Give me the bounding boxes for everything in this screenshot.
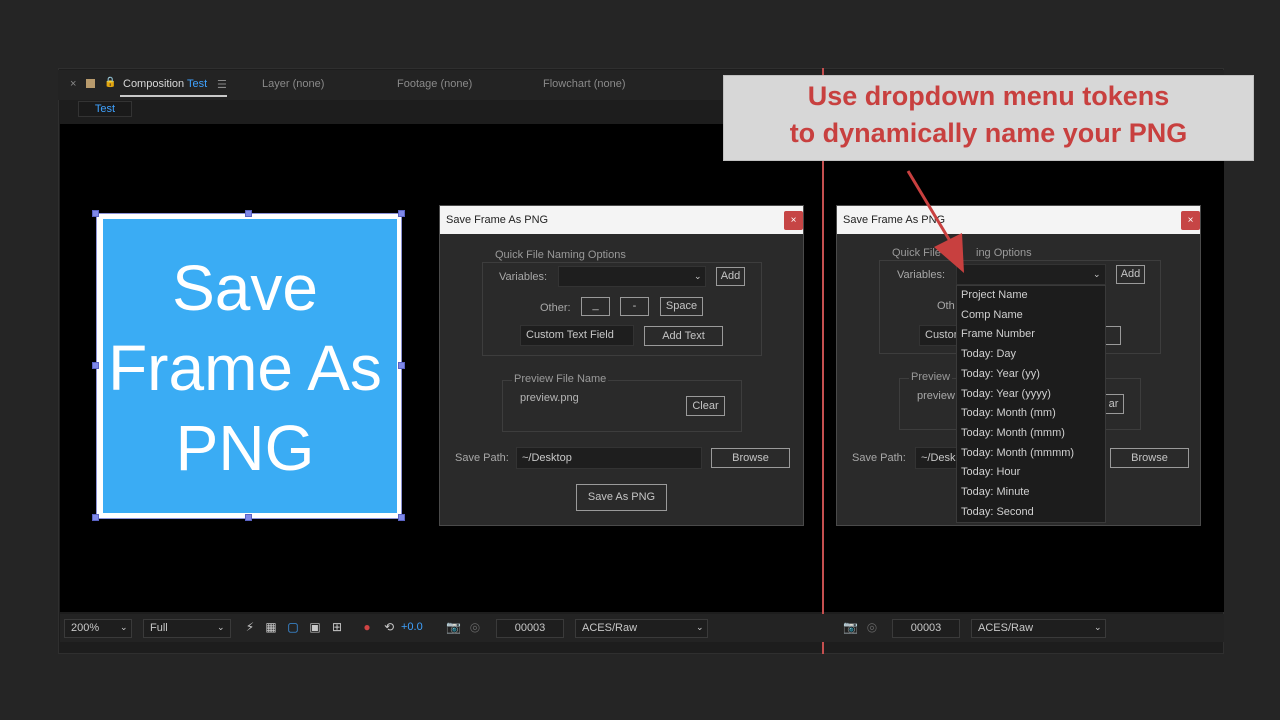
chevron-down-icon: ⌄	[694, 271, 702, 281]
panel-menu-icon[interactable]: ☰	[217, 78, 227, 91]
snapshot-camera-icon[interactable]: 📷	[446, 620, 461, 634]
save-path-label-right: Save Path:	[852, 452, 906, 464]
space-button[interactable]: Space	[660, 297, 703, 316]
save-path-field-right[interactable]: ~/Desk	[915, 447, 957, 469]
dropdown-option[interactable]: Today: Year (yyyy)	[961, 388, 1051, 400]
underscore-button[interactable]: _	[581, 297, 610, 316]
lock-icon[interactable]: 🔒	[104, 77, 116, 88]
save-frame-dialog: Save Frame As PNG × Quick File Naming Op…	[439, 205, 804, 526]
quick-naming-label-right: ing Options	[974, 247, 1034, 259]
dropdown-option[interactable]: Today: Month (mm)	[961, 407, 1056, 419]
dropdown-option[interactable]: Today: Month (mmm)	[961, 427, 1065, 439]
comp-color-swatch-icon	[86, 79, 95, 88]
tab-flowchart[interactable]: Flowchart (none)	[543, 78, 626, 90]
add-variable-button[interactable]: Add	[716, 267, 745, 286]
transform-handle[interactable]	[92, 362, 99, 369]
dropdown-option[interactable]: Comp Name	[961, 309, 1023, 321]
region-of-interest-icon[interactable]: ▣	[308, 620, 322, 634]
clear-button-right[interactable]: ar	[1103, 394, 1124, 414]
callout-arrow-icon	[906, 170, 964, 273]
save-path-label: Save Path:	[455, 452, 509, 464]
exposure-reset-icon[interactable]: ⟲	[382, 620, 396, 634]
clear-button[interactable]: Clear	[686, 396, 725, 416]
preview-label-right: Preview	[909, 371, 953, 383]
preview-value: preview.png	[520, 392, 579, 404]
callout-line2: to dynamically name your PNG	[789, 118, 1188, 148]
transform-handle[interactable]	[398, 514, 405, 521]
preview-options-icon[interactable]: ⚡	[243, 620, 257, 634]
add-text-button[interactable]: Add Text	[644, 326, 723, 346]
close-icon-right[interactable]: ×	[1181, 211, 1200, 230]
current-frame-field[interactable]: 00003	[496, 619, 564, 638]
save-as-png-button[interactable]: Save As PNG	[576, 484, 667, 511]
colorspace-select-right[interactable]: ACES/Raw	[971, 619, 1106, 638]
canvas-text: Save Frame As PNG	[103, 248, 387, 488]
callout-text: Use dropdown menu tokens to dynamically …	[723, 78, 1254, 152]
comp-subtab[interactable]: Test	[78, 101, 132, 117]
dropdown-option[interactable]: Today: Month (mmmm)	[961, 447, 1074, 459]
tab-layer[interactable]: Layer (none)	[262, 78, 324, 90]
chevron-down-icon: ⌄	[217, 622, 225, 632]
custom-text-field[interactable]: Custom Text Field	[520, 325, 634, 346]
transform-handle[interactable]	[92, 210, 99, 217]
snapshot-camera-icon-right[interactable]: 📷	[843, 620, 858, 634]
chevron-down-icon: ⌄	[696, 622, 704, 632]
exposure-value[interactable]: +0.0	[401, 621, 423, 633]
chevron-down-icon: ⌄	[120, 622, 128, 632]
transparency-grid-icon[interactable]: ▦	[264, 620, 278, 634]
transform-handle[interactable]	[398, 210, 405, 217]
close-icon[interactable]: ×	[784, 211, 803, 230]
grid-guides-icon[interactable]: ⊞	[330, 620, 344, 634]
dash-button[interactable]: -	[620, 297, 649, 316]
variables-select[interactable]	[558, 266, 706, 287]
add-variable-button-right[interactable]: Add	[1116, 265, 1145, 284]
mask-visibility-icon[interactable]: ▢	[286, 620, 300, 634]
dropdown-option[interactable]: Frame Number	[961, 328, 1035, 340]
transform-handle[interactable]	[245, 210, 252, 217]
current-frame-field-right[interactable]: 00003	[892, 619, 960, 638]
show-snapshot-icon-right[interactable]: ◎	[865, 620, 879, 634]
tab-footage[interactable]: Footage (none)	[397, 78, 472, 90]
show-snapshot-icon[interactable]: ◎	[468, 620, 482, 634]
color-channels-icon[interactable]: ●	[360, 620, 374, 634]
browse-button-right[interactable]: Browse	[1110, 448, 1189, 468]
transform-handle[interactable]	[92, 514, 99, 521]
chevron-down-icon: ⌄	[1094, 622, 1102, 632]
preview-label: Preview File Name	[512, 373, 609, 385]
preview-value-right: preview	[917, 390, 955, 402]
dropdown-option[interactable]: Project Name	[961, 289, 1028, 301]
other-label: Other:	[540, 302, 571, 314]
dropdown-option[interactable]: Today: Year (yy)	[961, 368, 1040, 380]
custom-text-field-right[interactable]: Custon	[919, 325, 960, 346]
transform-handle[interactable]	[245, 514, 252, 521]
callout-line1: Use dropdown menu tokens	[807, 81, 1170, 111]
dropdown-option[interactable]: Today: Hour	[961, 466, 1020, 478]
save-path-field[interactable]: ~/Desktop	[516, 447, 702, 469]
canvas-text-line3: PNG	[175, 412, 315, 484]
dropdown-option[interactable]: Today: Second	[961, 506, 1034, 518]
quick-naming-label: Quick File Naming Options	[493, 249, 628, 261]
colorspace-select[interactable]: ACES/Raw	[575, 619, 708, 638]
dropdown-option[interactable]: Today: Minute	[961, 486, 1029, 498]
tab-composition[interactable]: Composition Test	[123, 78, 207, 90]
other-label-right: Oth	[937, 300, 955, 312]
close-tab-icon[interactable]: ×	[70, 78, 76, 90]
dialog-title-right: Save Frame As PNG	[837, 206, 1200, 234]
dropdown-option[interactable]: Today: Day	[961, 348, 1016, 360]
canvas-text-line2: Frame As	[108, 332, 382, 404]
dialog-title: Save Frame As PNG	[440, 206, 803, 234]
browse-button[interactable]: Browse	[711, 448, 790, 468]
variables-label: Variables:	[499, 271, 548, 283]
canvas-text-line1: Save	[172, 252, 318, 324]
chevron-down-icon: ⌄	[1093, 269, 1101, 279]
active-tab-underline	[120, 95, 227, 97]
transform-handle[interactable]	[398, 362, 405, 369]
